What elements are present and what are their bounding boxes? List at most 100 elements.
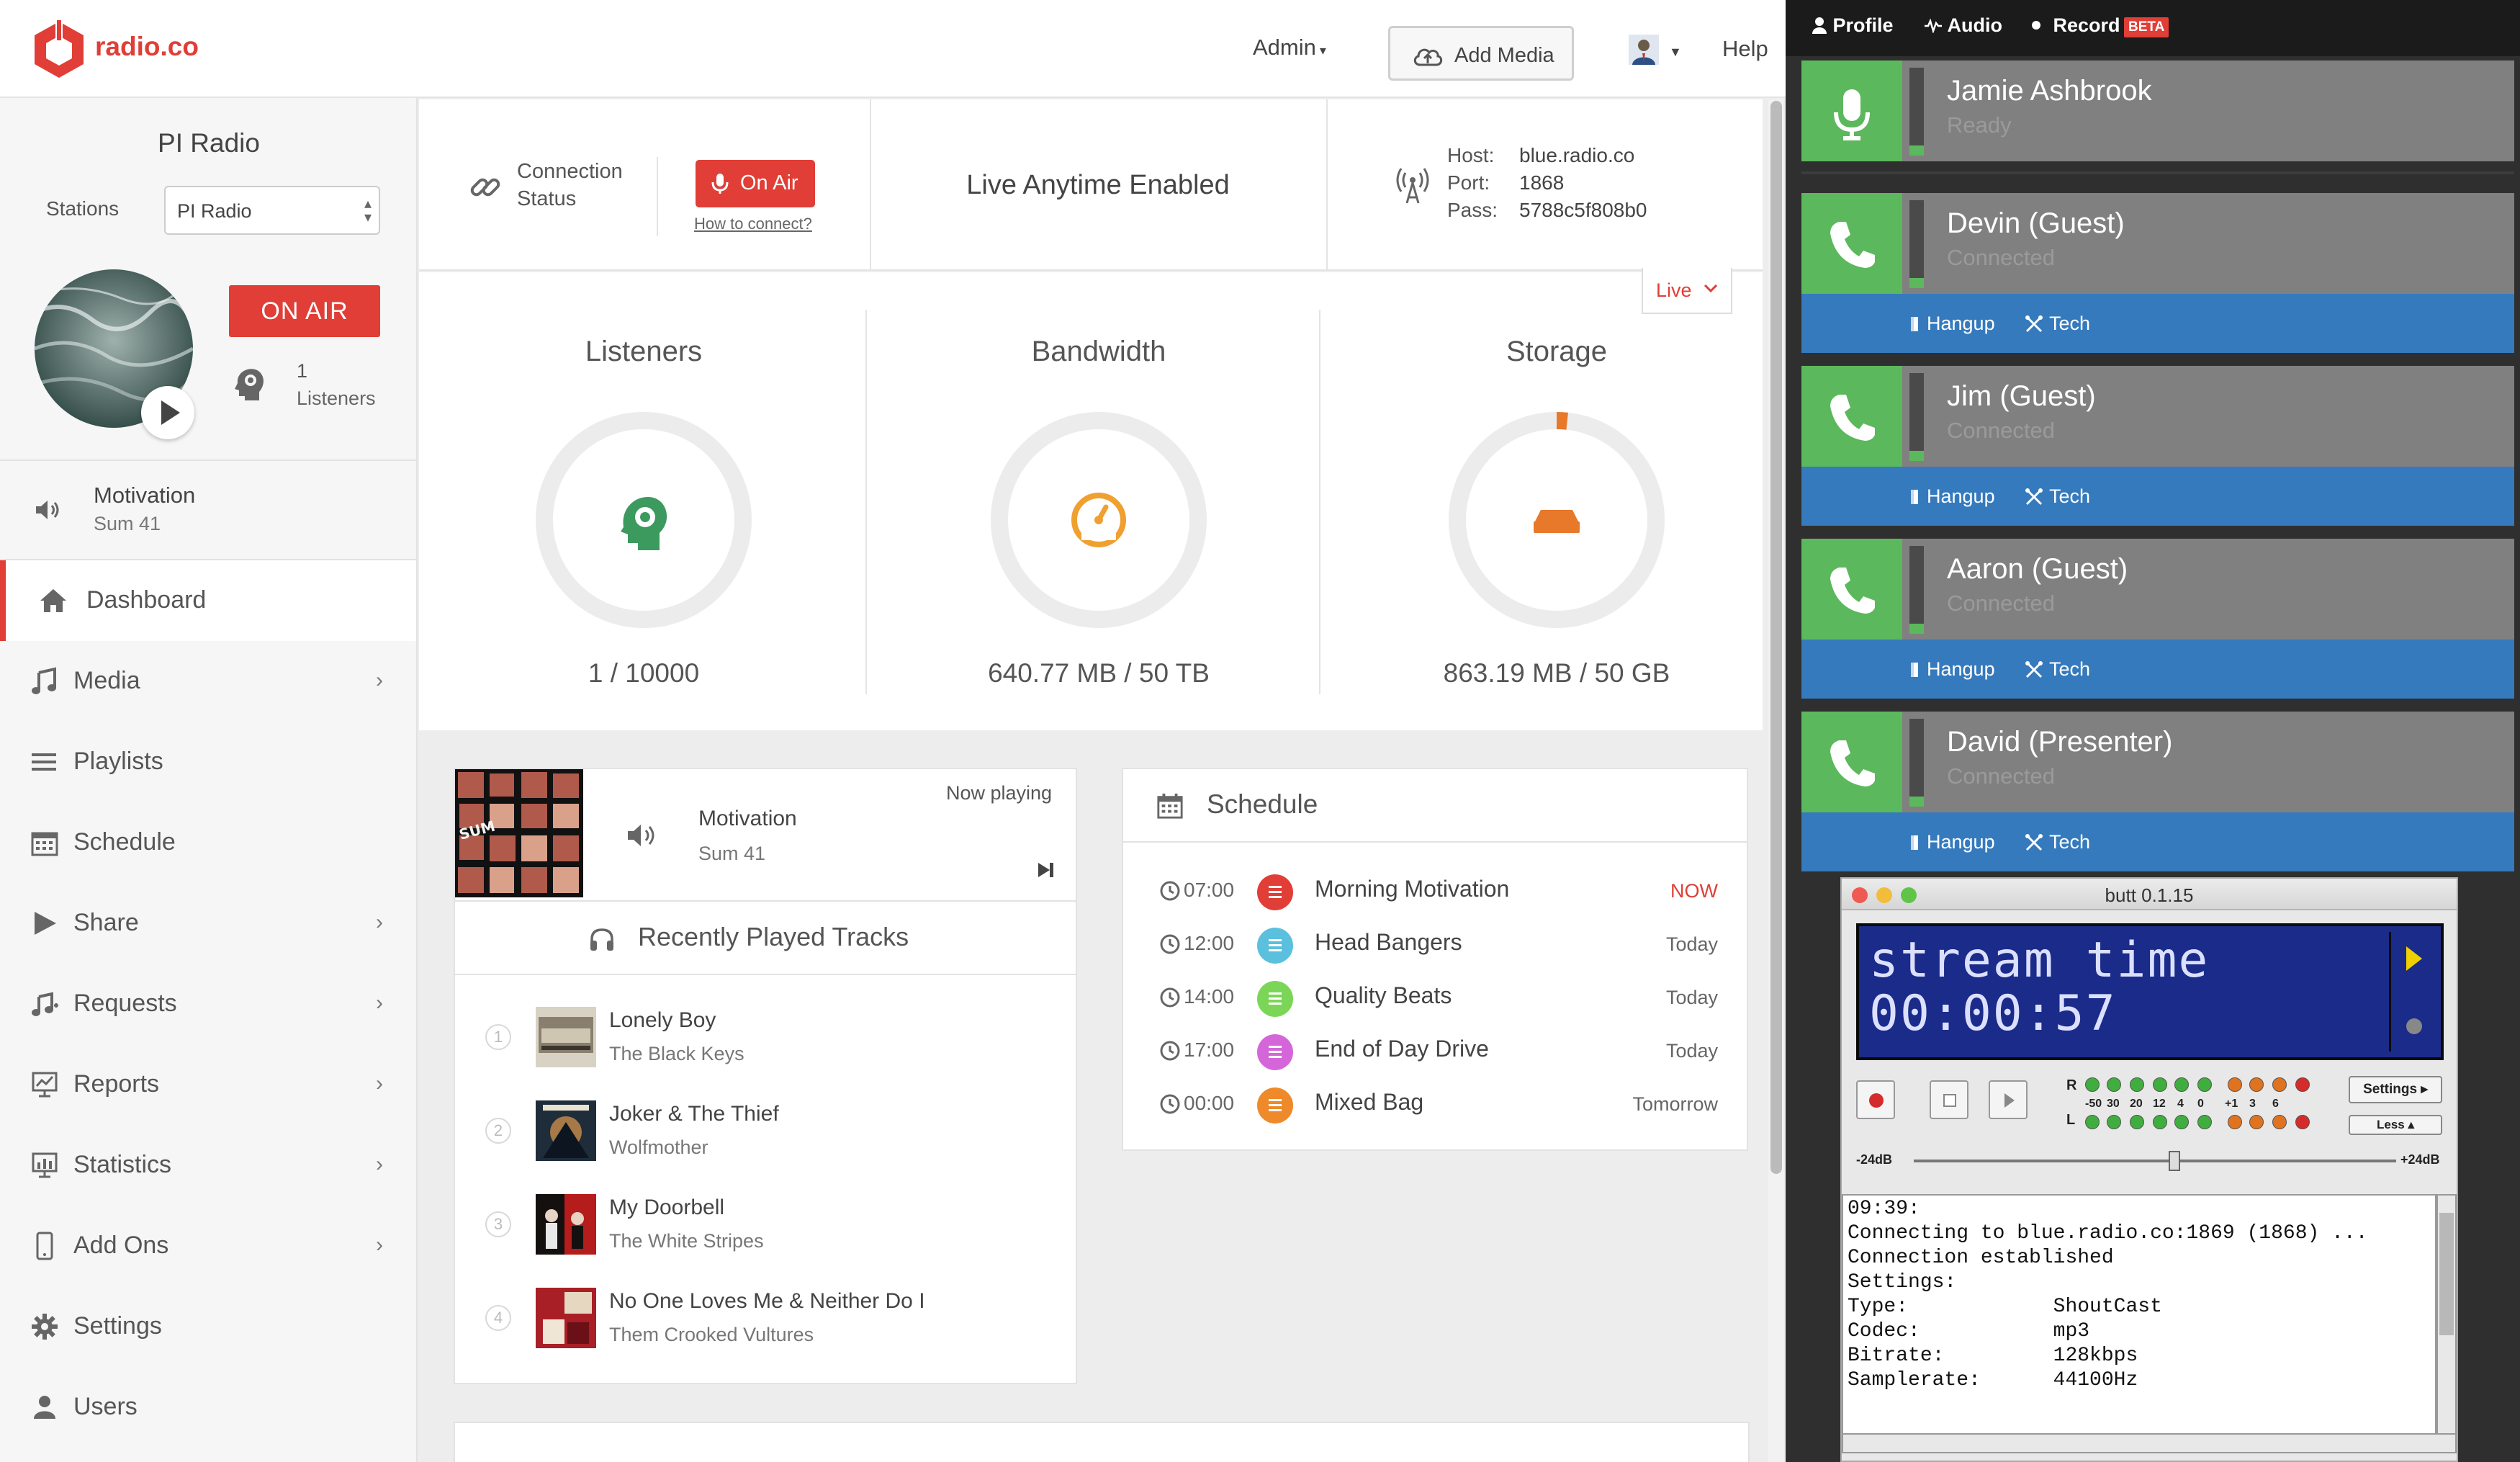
hangup-button[interactable]: Hangup	[1909, 658, 1995, 681]
play-button[interactable]	[1989, 1080, 2028, 1119]
divider	[657, 157, 658, 236]
chevron-right-icon: ›	[376, 1233, 383, 1257]
tech-button[interactable]: Tech	[2025, 831, 2090, 853]
tech-button[interactable]: Tech	[2025, 658, 2090, 681]
less-button[interactable]: Less ▴	[2349, 1115, 2442, 1135]
caret-down-icon[interactable]: ▼	[1669, 45, 1682, 60]
vu-r-label: R	[2066, 1077, 2077, 1093]
caller-card[interactable]: Aaron (Guest) Connected	[1801, 539, 2514, 640]
caller-status: Connected	[1947, 418, 2055, 443]
list-item[interactable]: 3 My Doorbell The White Stripes	[455, 1180, 1076, 1273]
play-button[interactable]	[141, 386, 194, 439]
settings-button[interactable]: Settings ▸	[2349, 1076, 2442, 1103]
record-button[interactable]	[1856, 1080, 1895, 1119]
play-arrow-icon[interactable]	[2406, 946, 2422, 971]
divider	[1326, 99, 1328, 271]
call-status-button[interactable]	[1801, 193, 1902, 294]
music-note-icon	[32, 667, 56, 694]
now-playing-artist: Sum 41	[698, 843, 766, 864]
phone-icon	[1830, 222, 1875, 268]
play-icon	[161, 400, 180, 425]
schedule-item[interactable]: 12:00 Head Bangers Today	[1123, 919, 1747, 972]
studio-nav-audio[interactable]: Audio	[1924, 14, 2002, 37]
studio-nav-profile[interactable]: Profile	[1812, 14, 1894, 37]
tech-button[interactable]: Tech	[2025, 313, 2090, 335]
caller-card[interactable]: Jamie Ashbrook Ready	[1801, 60, 2514, 161]
link-icon	[470, 178, 500, 197]
sidebar-item-requests[interactable]: Requests ›	[0, 964, 416, 1044]
tech-button[interactable]: Tech	[2025, 485, 2090, 508]
caller-card[interactable]: Devin (Guest) Connected	[1801, 193, 2514, 294]
sidebar-item-add-ons[interactable]: Add Ons ›	[0, 1206, 416, 1286]
brand-name[interactable]: radio.co	[95, 32, 199, 62]
sidebar-item-settings[interactable]: Settings	[0, 1286, 416, 1367]
sidebar-item-users[interactable]: Users	[0, 1367, 416, 1448]
station-select[interactable]: PI Radio ▴ ▾	[164, 186, 380, 235]
call-status-button[interactable]	[1801, 712, 1902, 812]
gain-slider-handle[interactable]	[2169, 1151, 2180, 1171]
butt-log-output[interactable]: 09:39: Connecting to blue.radio.co:1869 …	[1842, 1194, 2436, 1440]
vu-scale-label: +1	[2225, 1098, 2238, 1110]
schedule-item[interactable]: 07:00 Morning Motivation NOW	[1123, 866, 1747, 919]
call-status-button[interactable]	[1801, 539, 1902, 640]
schedule-when: Today	[1665, 1040, 1718, 1062]
stop-button[interactable]	[1930, 1080, 1968, 1119]
vu-l-label: L	[2066, 1112, 2076, 1128]
report-icon	[32, 1072, 58, 1098]
sidebar-item-playlists[interactable]: Playlists	[0, 722, 416, 802]
list-item[interactable]: 1 Lonely Boy The Black Keys	[455, 992, 1076, 1086]
speedometer-icon	[1071, 493, 1126, 547]
admin-menu[interactable]: Admin ▾	[1253, 35, 1326, 60]
how-to-connect-link[interactable]: How to connect?	[694, 215, 812, 233]
gain-slider-track[interactable]	[1914, 1160, 2396, 1162]
schedule-item[interactable]: 00:00 Mixed Bag Tomorrow	[1123, 1079, 1747, 1132]
microphone-icon	[711, 174, 729, 194]
sidebar-item-share[interactable]: Share ›	[0, 883, 416, 964]
sidebar-item-dashboard[interactable]: Dashboard	[0, 560, 416, 641]
schedule-item[interactable]: 17:00 End of Day Drive Today	[1123, 1026, 1747, 1079]
list-item[interactable]: 4 No One Loves Me & Neither Do I Them Cr…	[455, 1273, 1076, 1367]
storage-stat-value: 863.19 MB / 50 GB	[1443, 658, 1670, 688]
record-icon	[1869, 1093, 1884, 1108]
hangup-button[interactable]: Hangup	[1909, 313, 1995, 335]
scrollbar-thumb[interactable]	[2439, 1213, 2454, 1335]
caller-actions: Hangup Tech	[1801, 640, 2514, 699]
butt-titlebar[interactable]: butt 0.1.15	[1842, 879, 2457, 910]
call-status-button[interactable]	[1801, 366, 1902, 467]
hangup-icon	[1911, 317, 1918, 331]
divider	[1801, 171, 2514, 174]
caller-card[interactable]: Jim (Guest) Connected	[1801, 366, 2514, 467]
sidebar-item-reports[interactable]: Reports ›	[0, 1044, 416, 1125]
hangup-button[interactable]: Hangup	[1909, 831, 1995, 853]
add-media-button[interactable]: Add Media	[1388, 26, 1574, 81]
studio-nav-record[interactable]: Record	[2032, 14, 2120, 37]
live-anytime-status: Live Anytime Enabled	[966, 170, 1230, 200]
help-link[interactable]: Help	[1722, 36, 1768, 62]
on-air-button[interactable]: On Air	[696, 160, 815, 207]
call-status-button[interactable]	[1801, 60, 1902, 161]
skip-forward-icon[interactable]	[1035, 860, 1056, 880]
record-dot-icon	[2032, 21, 2040, 30]
schedule-item[interactable]: 14:00 Quality Beats Today	[1123, 972, 1747, 1026]
sidebar-item-statistics[interactable]: Statistics ›	[0, 1125, 416, 1206]
sidebar-item-media[interactable]: Media ›	[0, 641, 416, 722]
listeners-stat: Listeners 1 / 10000	[420, 272, 867, 730]
hangup-button[interactable]: Hangup	[1909, 485, 1995, 508]
track-number: 2	[485, 1118, 511, 1144]
log-horizontal-scrollbar[interactable]	[1842, 1433, 2457, 1453]
port-label: Port:	[1447, 171, 1490, 194]
user-avatar[interactable]	[1629, 35, 1659, 65]
scrollbar-thumb[interactable]	[1770, 101, 1782, 1174]
tech-label: Tech	[2049, 831, 2091, 853]
schedule-name: End of Day Drive	[1315, 1036, 1489, 1062]
radio-co-logo-icon[interactable]	[32, 19, 86, 81]
caller-name: Aaron (Guest)	[1947, 553, 2128, 585]
settings-button-label: Settings	[2363, 1082, 2418, 1097]
host-value: blue.radio.co	[1519, 144, 1635, 166]
playlist-color-dot	[1257, 928, 1293, 964]
less-button-label: Less	[2376, 1118, 2405, 1131]
caller-card[interactable]: David (Presenter) Connected	[1801, 712, 2514, 812]
sidebar-item-schedule[interactable]: Schedule	[0, 802, 416, 883]
list-item[interactable]: 2 Joker & The Thief Wolfmother	[455, 1086, 1076, 1180]
vu-scale-label: -50	[2085, 1098, 2102, 1110]
